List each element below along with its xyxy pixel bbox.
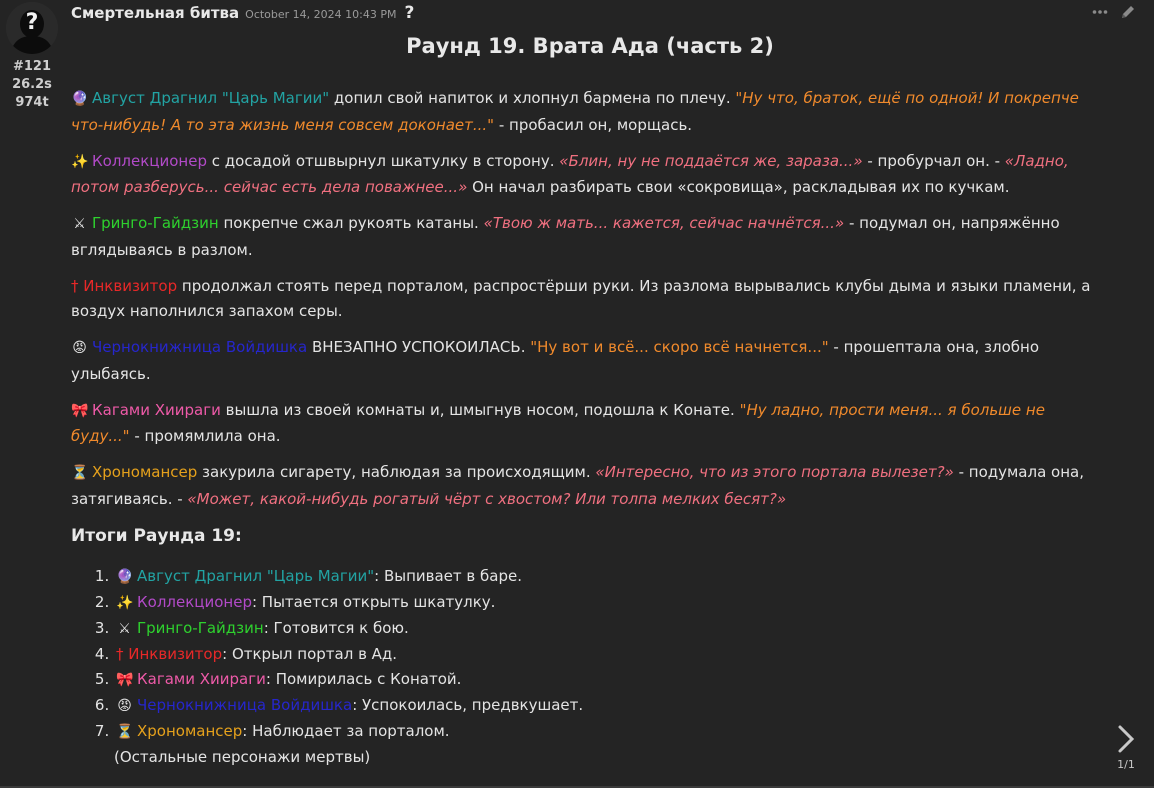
narration-text: покрепче сжал рукоять катаны. xyxy=(218,214,484,232)
edit-pencil-icon[interactable] xyxy=(1120,4,1136,20)
summary-text: : Помирилась с Конатой. xyxy=(265,669,462,688)
summary-note: (Остальные персонажи мертвы) xyxy=(114,747,371,766)
paragraph-7: ⏳ Хрономансер закурила сигарету, наблюдая… xyxy=(71,460,1101,512)
crossed-swords-icon: ⚔ xyxy=(118,620,131,637)
summary-text: : Выпивает в баре. xyxy=(374,566,522,585)
character-name: Коллекционер xyxy=(137,592,252,611)
angry-devil-icon: 😡 xyxy=(72,340,87,356)
post-number: #121 xyxy=(12,59,52,74)
character-name: Инквизитор xyxy=(128,644,223,663)
narration-text: Он начал разбирать свои «сокровища», рас… xyxy=(467,178,1010,196)
summary-text: : Наблюдает за порталом. xyxy=(242,721,450,740)
quote-text: "Ну вот и всё... скоро всё начнется..." xyxy=(530,338,829,356)
quote-text: «Твою ж мать... кажется, сейчас начнётся… xyxy=(483,214,845,232)
character-name: Коллекционер xyxy=(92,151,207,170)
quote-text: «Может, какой-нибудь рогатый чёрт с хвос… xyxy=(187,489,787,508)
summary-item: 🎀Кагами Хиираги: Помирилась с Конатой. xyxy=(114,667,1101,693)
paragraph-6: 🎀 Кагами Хиираги вышла из своей комнаты и… xyxy=(71,398,1101,450)
sparkles-icon: ✨ xyxy=(116,594,134,611)
narration-text: - пробасил он, морщась. xyxy=(494,115,693,134)
character-name: Кагами Хиираги xyxy=(92,400,221,419)
post-tools xyxy=(1092,4,1136,20)
summary-item: 🔮Август Драгнил "Царь Магии": Выпивает в… xyxy=(114,564,1101,590)
dagger-cross-icon: † xyxy=(116,644,124,663)
quote-text: «Интересно, что из этого портала вылезет… xyxy=(595,463,954,481)
narration-text: допил свой напиток и хлопнул бармена по … xyxy=(329,89,736,107)
paragraph-5: 😡 Чернокнижница Войдишка ВНЕЗАПНО УСПОКОИ… xyxy=(71,335,1101,387)
summary-item: ✨Коллекционер: Пытается открыть шкатулку… xyxy=(114,590,1101,616)
summary-item: † Инквизитор: Открыл портал в Ад. xyxy=(114,642,1101,667)
summary-text: : Открыл портал в Ад. xyxy=(222,644,398,663)
pager: 1/1 xyxy=(1114,724,1138,771)
more-options-icon[interactable] xyxy=(1092,9,1108,15)
narration-text: продолжал стоять перед порталом, распрос… xyxy=(71,276,1091,321)
help-question-icon[interactable]: ? xyxy=(404,3,414,23)
paragraph-4: † Инквизитор продолжал стоять перед порт… xyxy=(71,274,1101,325)
narration-text: с досадой отшвырнул шкатулку в сторону. xyxy=(206,151,560,170)
post-content: 🔮 Август Драгнил "Царь Магии" допил свой … xyxy=(71,86,1101,770)
post-header: Смертельная битва October 14, 2024 10:43… xyxy=(71,3,414,25)
character-name: Чернокнижница Войдишка xyxy=(137,695,353,714)
narration-text: ВНЕЗАПНО УСПОКОИЛАСЬ. xyxy=(307,338,531,356)
character-name: Кагами Хиираги xyxy=(137,669,266,688)
character-name: Хрономансер xyxy=(92,463,198,481)
angry-devil-icon: 😡 xyxy=(117,697,132,714)
token-count: 974t xyxy=(15,95,49,110)
paragraph-3: ⚔ Гринго-Гайдзин покрепче сжал рукоять ка… xyxy=(71,211,1101,263)
paragraph-1: 🔮 Август Драгнил "Царь Магии" допил свой … xyxy=(71,86,1101,138)
ribbon-icon: 🎀 xyxy=(116,671,134,688)
svg-text:?: ? xyxy=(26,10,39,35)
sparkles-icon: ✨ xyxy=(71,153,89,170)
crystal-ball-icon: 🔮 xyxy=(116,568,134,585)
summary-text: : Пытается открыть шкатулку. xyxy=(251,592,496,611)
post-date: October 14, 2024 10:43 PM xyxy=(245,8,397,21)
avatar[interactable]: ? xyxy=(6,2,58,54)
next-chevron-icon[interactable] xyxy=(1115,724,1137,754)
generation-time: 26.2s xyxy=(12,77,52,92)
post: ? #121 26.2s 974t Смертельная битва Octo… xyxy=(0,0,1154,788)
summary-text: : Успокоилась, предвкушает. xyxy=(352,695,584,714)
character-name: Август Драгнил "Царь Магии" xyxy=(137,566,375,585)
character-name: Хрономансер xyxy=(137,721,243,740)
paragraph-2: ✨ Коллекционер с досадой отшвырнул шкатул… xyxy=(71,149,1101,201)
summary-text: : Готовится к бою. xyxy=(263,618,409,637)
character-name: Гринго-Гайдзин xyxy=(137,618,264,637)
narration-text: вышла из своей комнаты и, шмыгнув носом,… xyxy=(220,400,740,419)
narration-text: - пробурчал он. - xyxy=(862,151,1005,170)
post-title: Раунд 19. Врата Ада (часть 2) xyxy=(406,34,774,58)
pager-count: 1/1 xyxy=(1117,758,1135,771)
character-name: Гринго-Гайдзин xyxy=(92,214,219,232)
summary-item: ⏳Хрономансер: Наблюдает за порталом. xyxy=(114,719,1101,745)
narration-text: закурила сигарету, наблюдая за происходя… xyxy=(197,463,596,481)
hourglass-icon: ⏳ xyxy=(116,723,134,740)
crystal-ball-icon: 🔮 xyxy=(71,91,89,107)
summary-item: ⚔ Гринго-Гайдзин: Готовится к бою. xyxy=(114,616,1101,642)
summary-list: 🔮Август Драгнил "Царь Магии": Выпивает в… xyxy=(71,564,1101,745)
ribbon-icon: 🎀 xyxy=(71,402,89,419)
character-name: Инквизитор xyxy=(83,276,178,295)
post-stats: #121 26.2s 974t xyxy=(4,58,60,112)
crossed-swords-icon: ⚔ xyxy=(73,216,86,232)
summary-title: Итоги Раунда 19: xyxy=(71,526,242,546)
character-name: Чернокнижница Войдишка xyxy=(92,338,308,356)
avatar-silhouette-icon: ? xyxy=(6,2,58,54)
narration-text: - промямлила она. xyxy=(129,427,281,445)
dagger-cross-icon: † xyxy=(71,276,79,295)
hourglass-icon: ⏳ xyxy=(71,465,89,481)
quote-text: «Блин, ну не поддаётся же, зараза...» xyxy=(559,151,863,170)
author-name[interactable]: Смертельная битва xyxy=(71,4,239,22)
summary-item: 😡 Чернокнижница Войдишка: Успокоилась, пр… xyxy=(114,693,1101,719)
character-name: Август Драгнил "Царь Магии" xyxy=(92,89,330,107)
